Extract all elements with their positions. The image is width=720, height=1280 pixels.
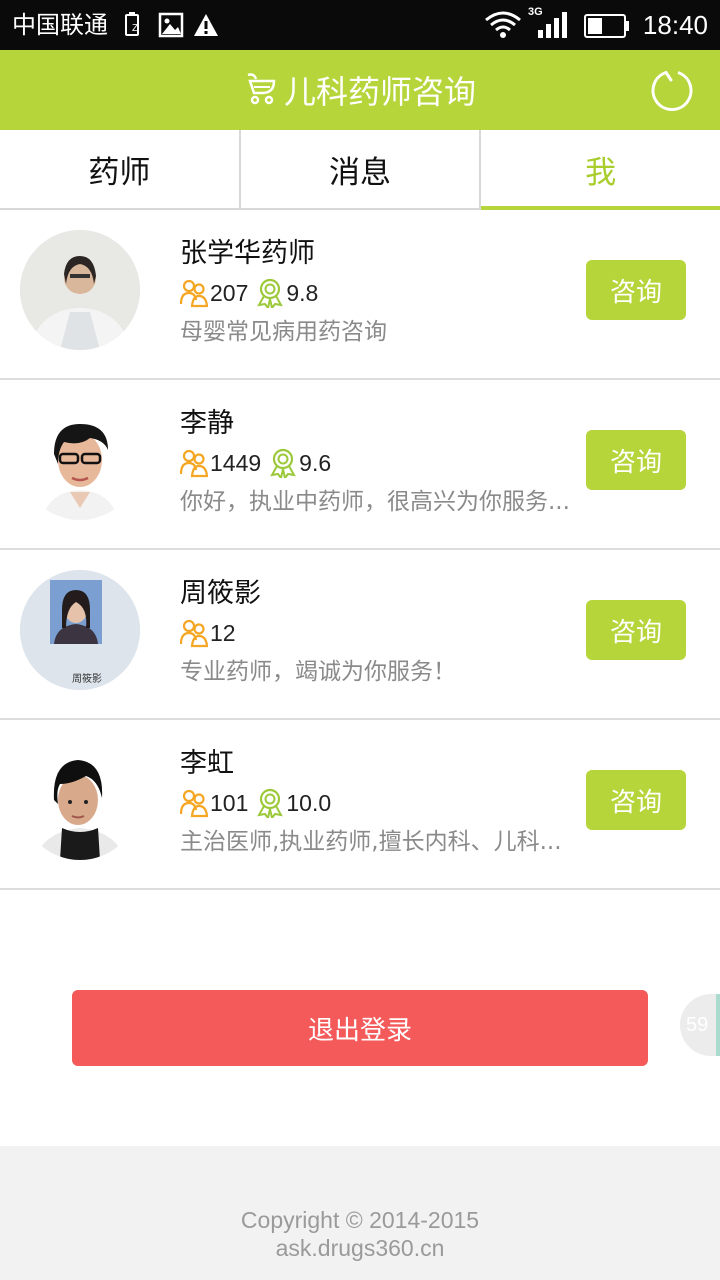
- consult-count-icon: [179, 788, 209, 818]
- consult-count-icon: [179, 618, 209, 648]
- consult-count-icon: [179, 278, 209, 308]
- pharmacist-stats: 12: [179, 616, 244, 650]
- pharmacist-name: 李虹: [180, 748, 234, 779]
- pharmacist-description: 主治医师,执业药师,擅长内科、儿科...: [180, 829, 562, 855]
- copyright-text: Copyright © 2014-2015: [240, 1207, 480, 1233]
- svg-text:周筱影: 周筱影: [72, 672, 102, 685]
- pharmacist-stats: 101 10.0: [179, 786, 339, 821]
- consult-button[interactable]: 咨询: [586, 430, 686, 490]
- consult-button[interactable]: 咨询: [586, 260, 686, 320]
- consult-count: 12: [210, 619, 236, 646]
- tab-bar: 药师 消息 我: [0, 130, 720, 210]
- pharmacist-stats: 207 9.8: [179, 276, 326, 311]
- avatar: [20, 740, 140, 860]
- avatar: [20, 400, 140, 520]
- status-bar: 中国联通 Z 3G 18:40: [0, 0, 720, 50]
- logout-button[interactable]: 退出登录: [72, 990, 648, 1066]
- warning-icon: [192, 12, 220, 42]
- tab-pharmacists[interactable]: 药师: [0, 130, 241, 208]
- pharmacist-description: 专业药师，竭诚为你服务！: [180, 659, 456, 685]
- rating-score: 9.8: [286, 279, 319, 306]
- battery-saver-icon: Z: [122, 12, 144, 42]
- tab-me[interactable]: 我: [481, 130, 720, 210]
- pharmacist-row[interactable]: 张学华药师 207 9.8 母婴常见病用药咨询 咨询: [0, 210, 720, 380]
- pharmacist-name: 张学华药师: [180, 238, 315, 269]
- image-icon: [158, 12, 184, 42]
- pharmacist-name: 周筱影: [180, 578, 261, 609]
- floating-badge[interactable]: 59: [680, 994, 720, 1056]
- wifi-icon: [484, 10, 522, 44]
- site-url-text: ask.drugs360.cn: [275, 1235, 445, 1261]
- rating-badge-icon: [256, 278, 284, 311]
- app-header: 儿科药师咨询: [0, 50, 720, 130]
- pharmacist-row[interactable]: 李虹 101 10.0 主治医师,执业药师,擅长内科、儿科... 咨询: [0, 720, 720, 890]
- rating-score: 9.6: [299, 449, 332, 476]
- pharmacist-description: 母婴常见病用药咨询: [180, 319, 387, 345]
- floating-badge-edge: [716, 994, 720, 1056]
- clock: 18:40: [642, 10, 708, 40]
- tab-messages[interactable]: 消息: [241, 130, 482, 208]
- consult-count: 101: [210, 789, 249, 816]
- rating-badge-icon: [256, 788, 284, 821]
- refresh-button[interactable]: [650, 68, 694, 112]
- stroller-icon: [244, 71, 278, 109]
- refresh-icon: [651, 71, 693, 112]
- pharmacist-list: 张学华药师 207 9.8 母婴常见病用药咨询 咨询 李静 1449 9.6 你…: [0, 210, 720, 890]
- avatar: [20, 230, 140, 350]
- rating-badge-icon: [269, 448, 297, 481]
- carrier-label: 中国联通: [12, 11, 108, 39]
- consult-button[interactable]: 咨询: [586, 600, 686, 660]
- footer: Copyright © 2014-2015 ask.drugs360.cn: [0, 1146, 720, 1280]
- avatar: 周筱影: [20, 570, 140, 690]
- consult-count: 1449: [210, 449, 262, 476]
- consult-button[interactable]: 咨询: [586, 770, 686, 830]
- consult-count: 207: [210, 279, 249, 306]
- consult-count-icon: [179, 448, 209, 478]
- pharmacist-name: 李静: [180, 408, 234, 439]
- svg-text:Z: Z: [132, 23, 138, 34]
- rating-score: 10.0: [286, 789, 332, 816]
- pharmacist-description: 你好，执业中药师，很高兴为你服务...: [180, 489, 570, 515]
- signal-icon: [536, 12, 570, 42]
- pharmacist-row[interactable]: 周筱影 周筱影 12 专业药师，竭诚为你服务！ 咨询: [0, 550, 720, 720]
- page-title: 儿科药师咨询: [283, 73, 476, 111]
- battery-icon: [584, 14, 630, 42]
- pharmacist-stats: 1449 9.6: [179, 446, 339, 481]
- pharmacist-row[interactable]: 李静 1449 9.6 你好，执业中药师，很高兴为你服务... 咨询: [0, 380, 720, 550]
